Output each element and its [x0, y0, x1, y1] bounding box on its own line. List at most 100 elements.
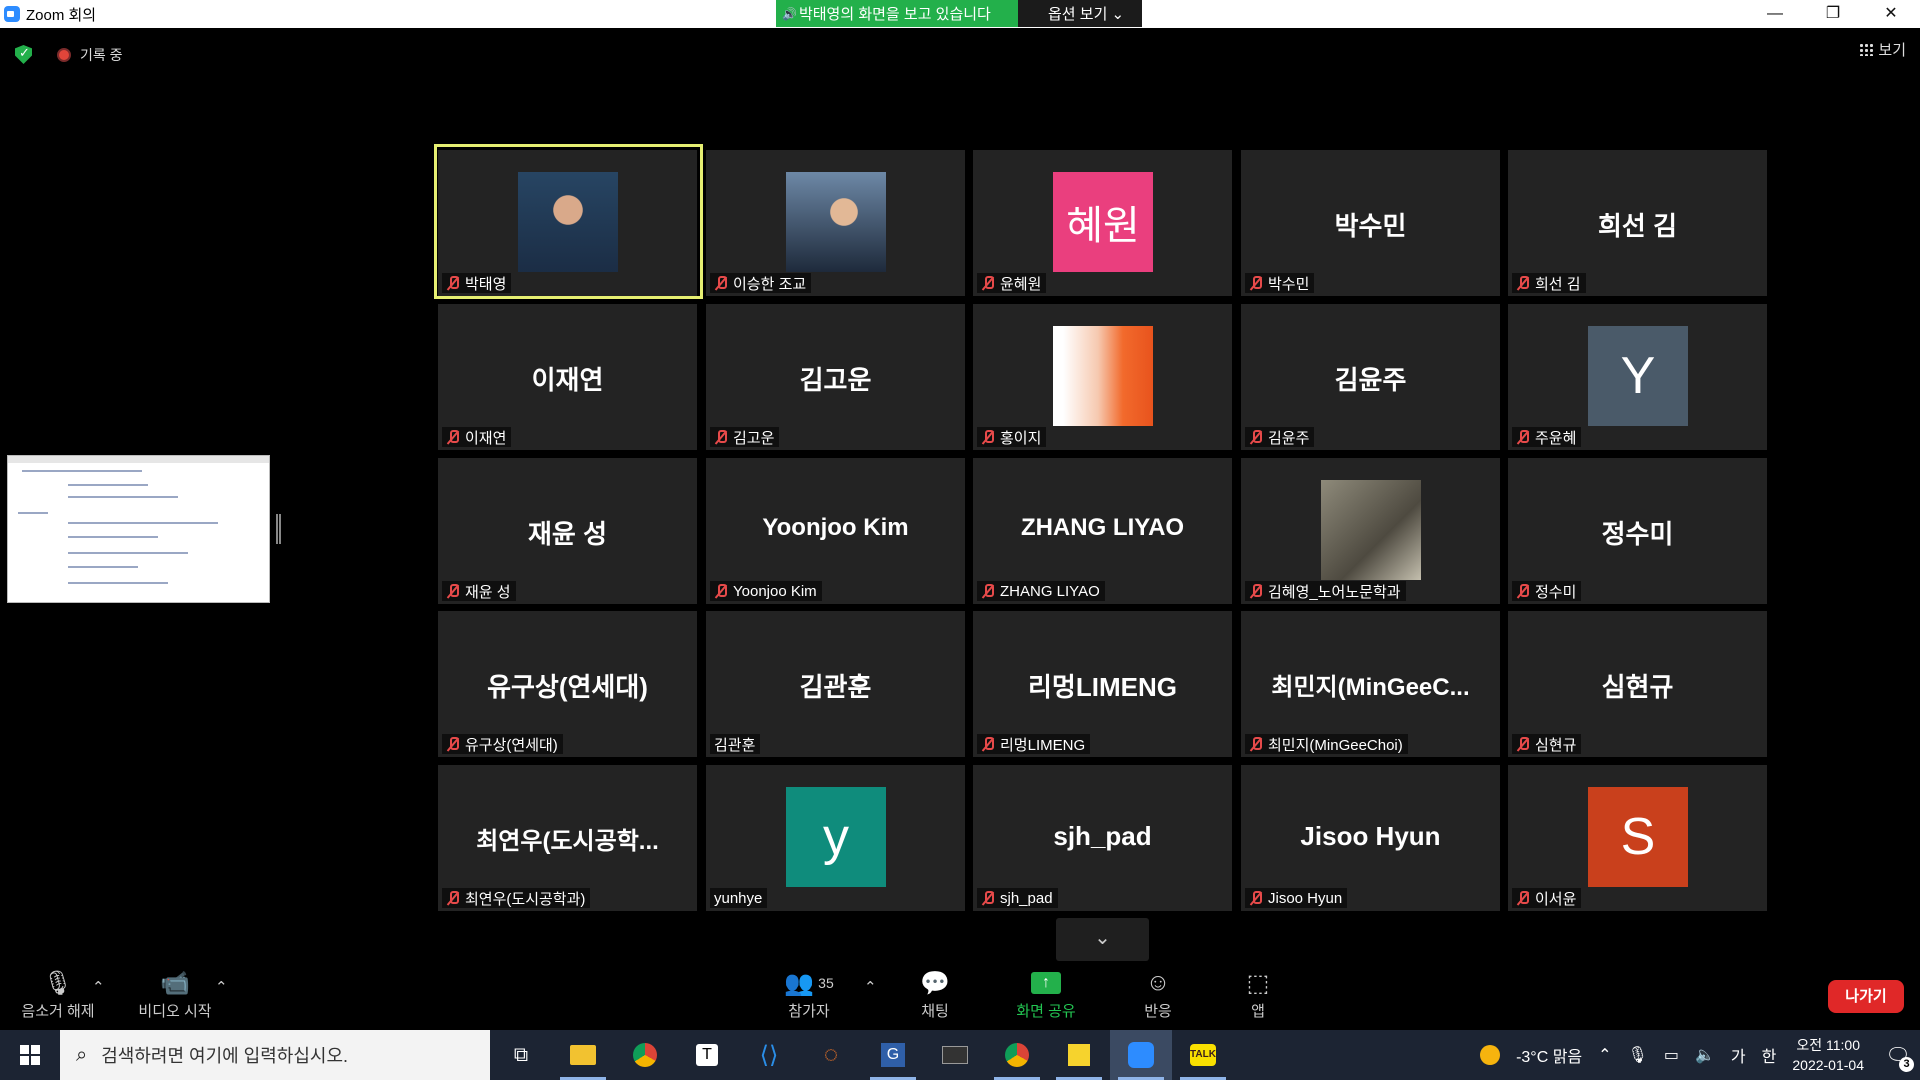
participant-name: 심현규: [1535, 736, 1577, 754]
participant-name: 박수민: [1268, 275, 1310, 293]
participant-tile[interactable]: 김혜영_노어노문학과: [1241, 458, 1500, 604]
participant-tile[interactable]: Jisoo Hyun Jisoo Hyun: [1241, 765, 1500, 911]
participant-name-label: 재윤 성: [442, 581, 516, 601]
battery-icon[interactable]: ▭: [1664, 1045, 1679, 1065]
participant-tile[interactable]: 유구상(연세대) 유구상(연세대): [438, 611, 697, 757]
participant-tile[interactable]: 정수미 정수미: [1508, 458, 1767, 604]
minimize-button[interactable]: —: [1746, 0, 1804, 28]
start-video-button[interactable]: 📹 비디오 시작: [132, 966, 218, 1021]
participant-tile[interactable]: 최연우(도시공학... 최연우(도시공학과): [438, 765, 697, 911]
language-indicator[interactable]: 한: [1762, 1043, 1777, 1067]
video-off-icon: 📹: [160, 969, 190, 997]
participant-tile[interactable]: 희선 김 희선 김: [1508, 150, 1767, 296]
thumbnail-resize-handle[interactable]: [276, 514, 281, 544]
participant-tile[interactable]: ZHANG LIYAO ZHANG LIYAO: [973, 458, 1232, 604]
record-dot-icon: [57, 48, 71, 62]
participant-tile[interactable]: 이승한 조교: [706, 150, 965, 296]
participant-display-name: 최연우(도시공학...: [476, 828, 659, 855]
share-screen-button[interactable]: ↑ 화면 공유: [1010, 966, 1082, 1021]
jupyter-icon[interactable]: ◌: [800, 1030, 862, 1080]
volume-icon[interactable]: 🔈: [1695, 1045, 1715, 1065]
shared-screen-thumbnail[interactable]: [7, 455, 270, 603]
view-options-button[interactable]: 옵션 보기 ⌄: [1018, 0, 1142, 27]
participant-tile[interactable]: y yunhye: [706, 765, 965, 911]
participant-name-label: Jisoo Hyun: [1245, 888, 1348, 908]
terminal-icon[interactable]: [924, 1030, 986, 1080]
task-view-icon[interactable]: ⧉: [490, 1030, 552, 1080]
start-video-label: 비디오 시작: [138, 1003, 212, 1020]
notification-center-icon[interactable]: 🗨 3: [1876, 1043, 1920, 1072]
video-options-caret[interactable]: ⌃: [215, 978, 228, 996]
close-button[interactable]: ✕: [1862, 0, 1920, 28]
chat-button[interactable]: 💬 채팅: [905, 966, 965, 1021]
file-explorer-icon[interactable]: [552, 1030, 614, 1080]
participant-display-name: 김고운: [799, 365, 872, 395]
participants-button[interactable]: 👥 35 참가자: [774, 966, 844, 1021]
participant-tile[interactable]: 혜원 윤혜원: [973, 150, 1232, 296]
participant-tile[interactable]: sjh_pad sjh_pad: [973, 765, 1232, 911]
chrome-profile-icon[interactable]: [986, 1030, 1048, 1080]
participant-avatar: Y: [1588, 326, 1688, 426]
participant-name: sjh_pad: [1000, 889, 1053, 907]
reactions-icon: ☺: [1145, 969, 1171, 996]
weather-sun-icon[interactable]: [1480, 1045, 1501, 1065]
tray-overflow-icon[interactable]: ⌃: [1598, 1045, 1611, 1065]
start-button[interactable]: [0, 1030, 60, 1080]
participant-tile[interactable]: S 이서윤: [1508, 765, 1767, 911]
sticky-notes-icon[interactable]: [1048, 1030, 1110, 1080]
muted-mic-icon: [1249, 737, 1262, 751]
chrome-icon[interactable]: [614, 1030, 676, 1080]
participant-name-label: 홍이지: [977, 427, 1047, 447]
participant-tile[interactable]: 최민지(MinGeeC... 최민지(MinGeeChoi): [1241, 611, 1500, 757]
weather-text[interactable]: -3°C 맑음: [1516, 1043, 1582, 1067]
apps-label: 앱: [1251, 1003, 1265, 1020]
participant-name-label: 유구상(연세대): [442, 734, 563, 754]
microphone-tray-icon[interactable]: 🎙: [1628, 1045, 1648, 1065]
kakaotalk-icon[interactable]: TALK: [1172, 1030, 1234, 1080]
participant-tile[interactable]: 이재연 이재연: [438, 304, 697, 450]
participant-tile[interactable]: 김윤주 김윤주: [1241, 304, 1500, 450]
unmute-button[interactable]: 🎙 음소거 해제: [16, 966, 100, 1021]
participant-tile[interactable]: 홍이지: [973, 304, 1232, 450]
participant-name-label: 박수민: [1245, 273, 1315, 293]
participant-display-name: 희선 김: [1598, 211, 1677, 241]
leave-button[interactable]: 나가기: [1828, 980, 1904, 1013]
thumbnail-line: [68, 552, 188, 554]
audio-options-caret[interactable]: ⌃: [92, 978, 105, 996]
participant-tile[interactable]: Y 주윤혜: [1508, 304, 1767, 450]
taskbar-clock[interactable]: 오전 11:00 2022-01-04: [1792, 1035, 1864, 1075]
view-button[interactable]: 보기: [1859, 39, 1906, 60]
participant-tile[interactable]: Yoonjoo Kim Yoonjoo Kim: [706, 458, 965, 604]
participant-name-label: 이서윤: [1512, 888, 1582, 908]
gallery-next-page-button[interactable]: ⌄: [1056, 918, 1149, 961]
participant-name: 주윤혜: [1535, 429, 1577, 447]
participant-name-label: 최연우(도시공학과): [442, 888, 591, 908]
participants-options-caret[interactable]: ⌃: [864, 978, 877, 996]
participant-tile[interactable]: 김고운 김고운: [706, 304, 965, 450]
participant-name: 재윤 성: [465, 583, 511, 601]
dictionary-app-icon[interactable]: G: [862, 1030, 924, 1080]
taskbar-search-box[interactable]: ⌕ 검색하려면 여기에 입력하십시오.: [60, 1030, 490, 1080]
participant-tile[interactable]: 리멍LIMENG 리멍LIMENG: [973, 611, 1232, 757]
recording-indicator[interactable]: 기록 중: [57, 45, 123, 65]
vscode-icon[interactable]: ⟨⟩: [738, 1030, 800, 1080]
search-placeholder: 검색하려면 여기에 입력하십시오.: [101, 1046, 349, 1066]
participant-tile[interactable]: 심현규 심현규: [1508, 611, 1767, 757]
typora-icon[interactable]: T: [676, 1030, 738, 1080]
muted-mic-icon: [1249, 584, 1262, 598]
ime-mode-indicator[interactable]: 가: [1731, 1043, 1746, 1067]
participant-tile[interactable]: 김관훈 김관훈: [706, 611, 965, 757]
restore-button[interactable]: ❐: [1804, 0, 1862, 28]
participant-tile[interactable]: 재윤 성 재윤 성: [438, 458, 697, 604]
system-tray: -3°C 맑음 ⌃ 🎙 ▭ 🔈 가 한 오전 11:00 2022-01-04 …: [1472, 1030, 1920, 1080]
apps-button[interactable]: ⬚ 앱: [1228, 966, 1288, 1021]
participant-name: 이재연: [465, 429, 507, 447]
reactions-button[interactable]: ☺ 반응: [1128, 966, 1188, 1021]
participant-name-label: 이재연: [442, 427, 512, 447]
participant-tile[interactable]: 박수민 박수민: [1241, 150, 1500, 296]
participant-name-label: ZHANG LIYAO: [977, 581, 1105, 601]
muted-mic-icon: [446, 891, 459, 905]
zoom-taskbar-icon[interactable]: [1110, 1030, 1172, 1080]
participant-name: Jisoo Hyun: [1268, 889, 1343, 907]
encryption-shield-icon[interactable]: [15, 45, 32, 64]
